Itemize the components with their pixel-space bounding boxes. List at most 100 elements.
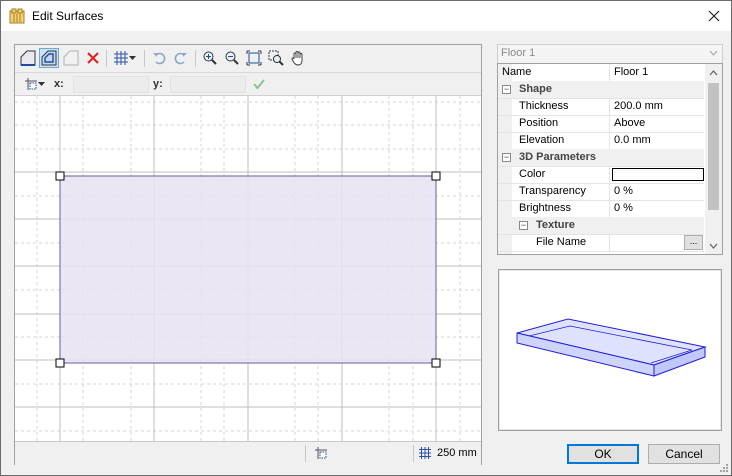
- zoom-in-button[interactable]: [200, 48, 220, 68]
- category-shape[interactable]: − Shape: [498, 81, 704, 99]
- draw-polygon-icon: [20, 50, 36, 66]
- checkmark-icon: [253, 79, 265, 90]
- scroll-thumb[interactable]: [708, 83, 719, 210]
- property-row-elevation[interactable]: Elevation 0.0 mm: [498, 132, 704, 150]
- apply-coordinates-button[interactable]: [249, 74, 269, 94]
- coordinate-toolbar: x: y:: [15, 73, 481, 96]
- hand-pan-icon: [291, 51, 303, 66]
- property-grid: Name Floor 1 − Shape Thickness 200.0 mm …: [497, 63, 723, 255]
- property-value: 0.0 mm: [614, 134, 651, 146]
- scroll-down-button[interactable]: [705, 237, 722, 254]
- vertex-handle[interactable]: [55, 358, 65, 368]
- category-label: Shape: [519, 83, 553, 95]
- zoom-out-icon: [225, 51, 239, 65]
- x-coordinate-input[interactable]: [73, 76, 149, 93]
- chevron-down-icon: [709, 243, 718, 249]
- delete-button[interactable]: [83, 48, 103, 68]
- ok-button[interactable]: OK: [567, 444, 639, 464]
- category-label: 3D Parameters: [519, 151, 597, 163]
- x-coordinate-label: x:: [54, 78, 64, 90]
- collapse-icon[interactable]: −: [502, 85, 511, 94]
- close-button[interactable]: [697, 1, 731, 31]
- pan-button[interactable]: [288, 48, 308, 68]
- property-label: Thickness: [519, 100, 569, 112]
- property-value: 200.0 mm: [614, 100, 663, 112]
- 3d-preview[interactable]: [498, 269, 722, 431]
- undo-button[interactable]: [149, 48, 169, 68]
- floor-selector-value: Floor 1: [501, 47, 536, 59]
- chevron-up-icon: [709, 69, 718, 75]
- property-row-file-name[interactable]: File Name ...: [498, 234, 704, 252]
- property-row-name[interactable]: Name Floor 1: [498, 64, 704, 82]
- edit-surfaces-dialog: Edit Surfaces x: y: 250 mm Floor 1 Name …: [0, 0, 732, 476]
- grid-size-readout: 250 mm: [437, 447, 477, 459]
- close-icon: [708, 10, 720, 22]
- y-coordinate-label: y:: [153, 78, 163, 90]
- property-row-position[interactable]: Position Above: [498, 115, 704, 133]
- property-label: Color: [519, 168, 546, 180]
- delete-icon: [87, 52, 99, 64]
- property-value: Above: [614, 117, 646, 129]
- vertex-handle[interactable]: [431, 171, 441, 181]
- category-3d-parameters[interactable]: − 3D Parameters: [498, 149, 704, 167]
- floor-slab-3d-render: [516, 318, 707, 377]
- property-label: Name: [502, 66, 532, 78]
- draw-polygon-button[interactable]: [18, 48, 38, 68]
- surface-editor-panel: x: y: 250 mm: [14, 44, 482, 465]
- editor-toolbar: [15, 45, 481, 73]
- vertex-handle[interactable]: [431, 358, 441, 368]
- cancel-button[interactable]: Cancel: [648, 444, 720, 464]
- collapse-icon[interactable]: −: [519, 221, 528, 230]
- zoom-window-icon: [268, 50, 284, 66]
- floor-selector[interactable]: Floor 1: [497, 44, 723, 64]
- property-value: 0 %: [614, 202, 633, 214]
- vertex-handle[interactable]: [55, 171, 65, 181]
- property-grid-scrollbar[interactable]: [705, 64, 722, 254]
- property-value: Floor 1: [614, 66, 649, 78]
- drawing-canvas[interactable]: [15, 96, 481, 441]
- scroll-up-button[interactable]: [705, 64, 722, 81]
- snap-dropdown-button[interactable]: [20, 74, 48, 94]
- property-value: 0 %: [614, 185, 633, 197]
- grid-dropdown-button[interactable]: [110, 48, 138, 68]
- draw-rectangle-button[interactable]: [39, 48, 59, 68]
- surfaces-app-icon: [9, 8, 25, 24]
- zoom-in-icon: [203, 51, 217, 65]
- redo-icon: [174, 52, 187, 65]
- zoom-out-button[interactable]: [222, 48, 242, 68]
- edit-shape-button[interactable]: [61, 48, 81, 68]
- window-title: Edit Surfaces: [32, 9, 104, 23]
- category-label: Texture: [536, 219, 575, 231]
- editor-status-bar: 250 mm: [15, 441, 481, 465]
- collapse-icon[interactable]: −: [502, 153, 511, 162]
- property-label: Elevation: [519, 134, 565, 146]
- property-label: Position: [519, 117, 559, 129]
- chevron-down-icon: [128, 55, 136, 60]
- draw-rectangle-icon: [41, 50, 57, 66]
- resize-grip-icon[interactable]: [719, 463, 729, 473]
- snap-point-icon: [24, 78, 37, 90]
- property-row-thickness[interactable]: Thickness 200.0 mm: [498, 98, 704, 116]
- property-label: Brightness: [519, 202, 571, 214]
- zoom-extents-button[interactable]: [244, 48, 264, 68]
- title-bar: Edit Surfaces: [1, 1, 731, 31]
- grid-icon: [113, 51, 128, 65]
- property-row-color[interactable]: Color: [498, 166, 704, 184]
- property-label: File Name: [536, 236, 587, 248]
- property-row-transparency[interactable]: Transparency 0 %: [498, 183, 704, 201]
- zoom-extents-icon: [246, 50, 262, 66]
- y-coordinate-input[interactable]: [170, 76, 246, 93]
- zoom-window-button[interactable]: [266, 48, 286, 68]
- property-row-brightness[interactable]: Brightness 0 %: [498, 200, 704, 218]
- grid-icon: [419, 447, 431, 459]
- color-swatch[interactable]: [612, 168, 704, 181]
- undo-icon: [153, 52, 166, 65]
- browse-file-button[interactable]: ...: [684, 235, 703, 250]
- property-label: Transparency: [519, 185, 586, 197]
- category-texture[interactable]: − Texture: [498, 217, 704, 235]
- canvas-drawing: [15, 96, 481, 441]
- surface-rectangle[interactable]: [59, 175, 437, 364]
- edit-shape-icon: [63, 50, 79, 66]
- snap-point-icon: [315, 447, 327, 459]
- redo-button[interactable]: [171, 48, 191, 68]
